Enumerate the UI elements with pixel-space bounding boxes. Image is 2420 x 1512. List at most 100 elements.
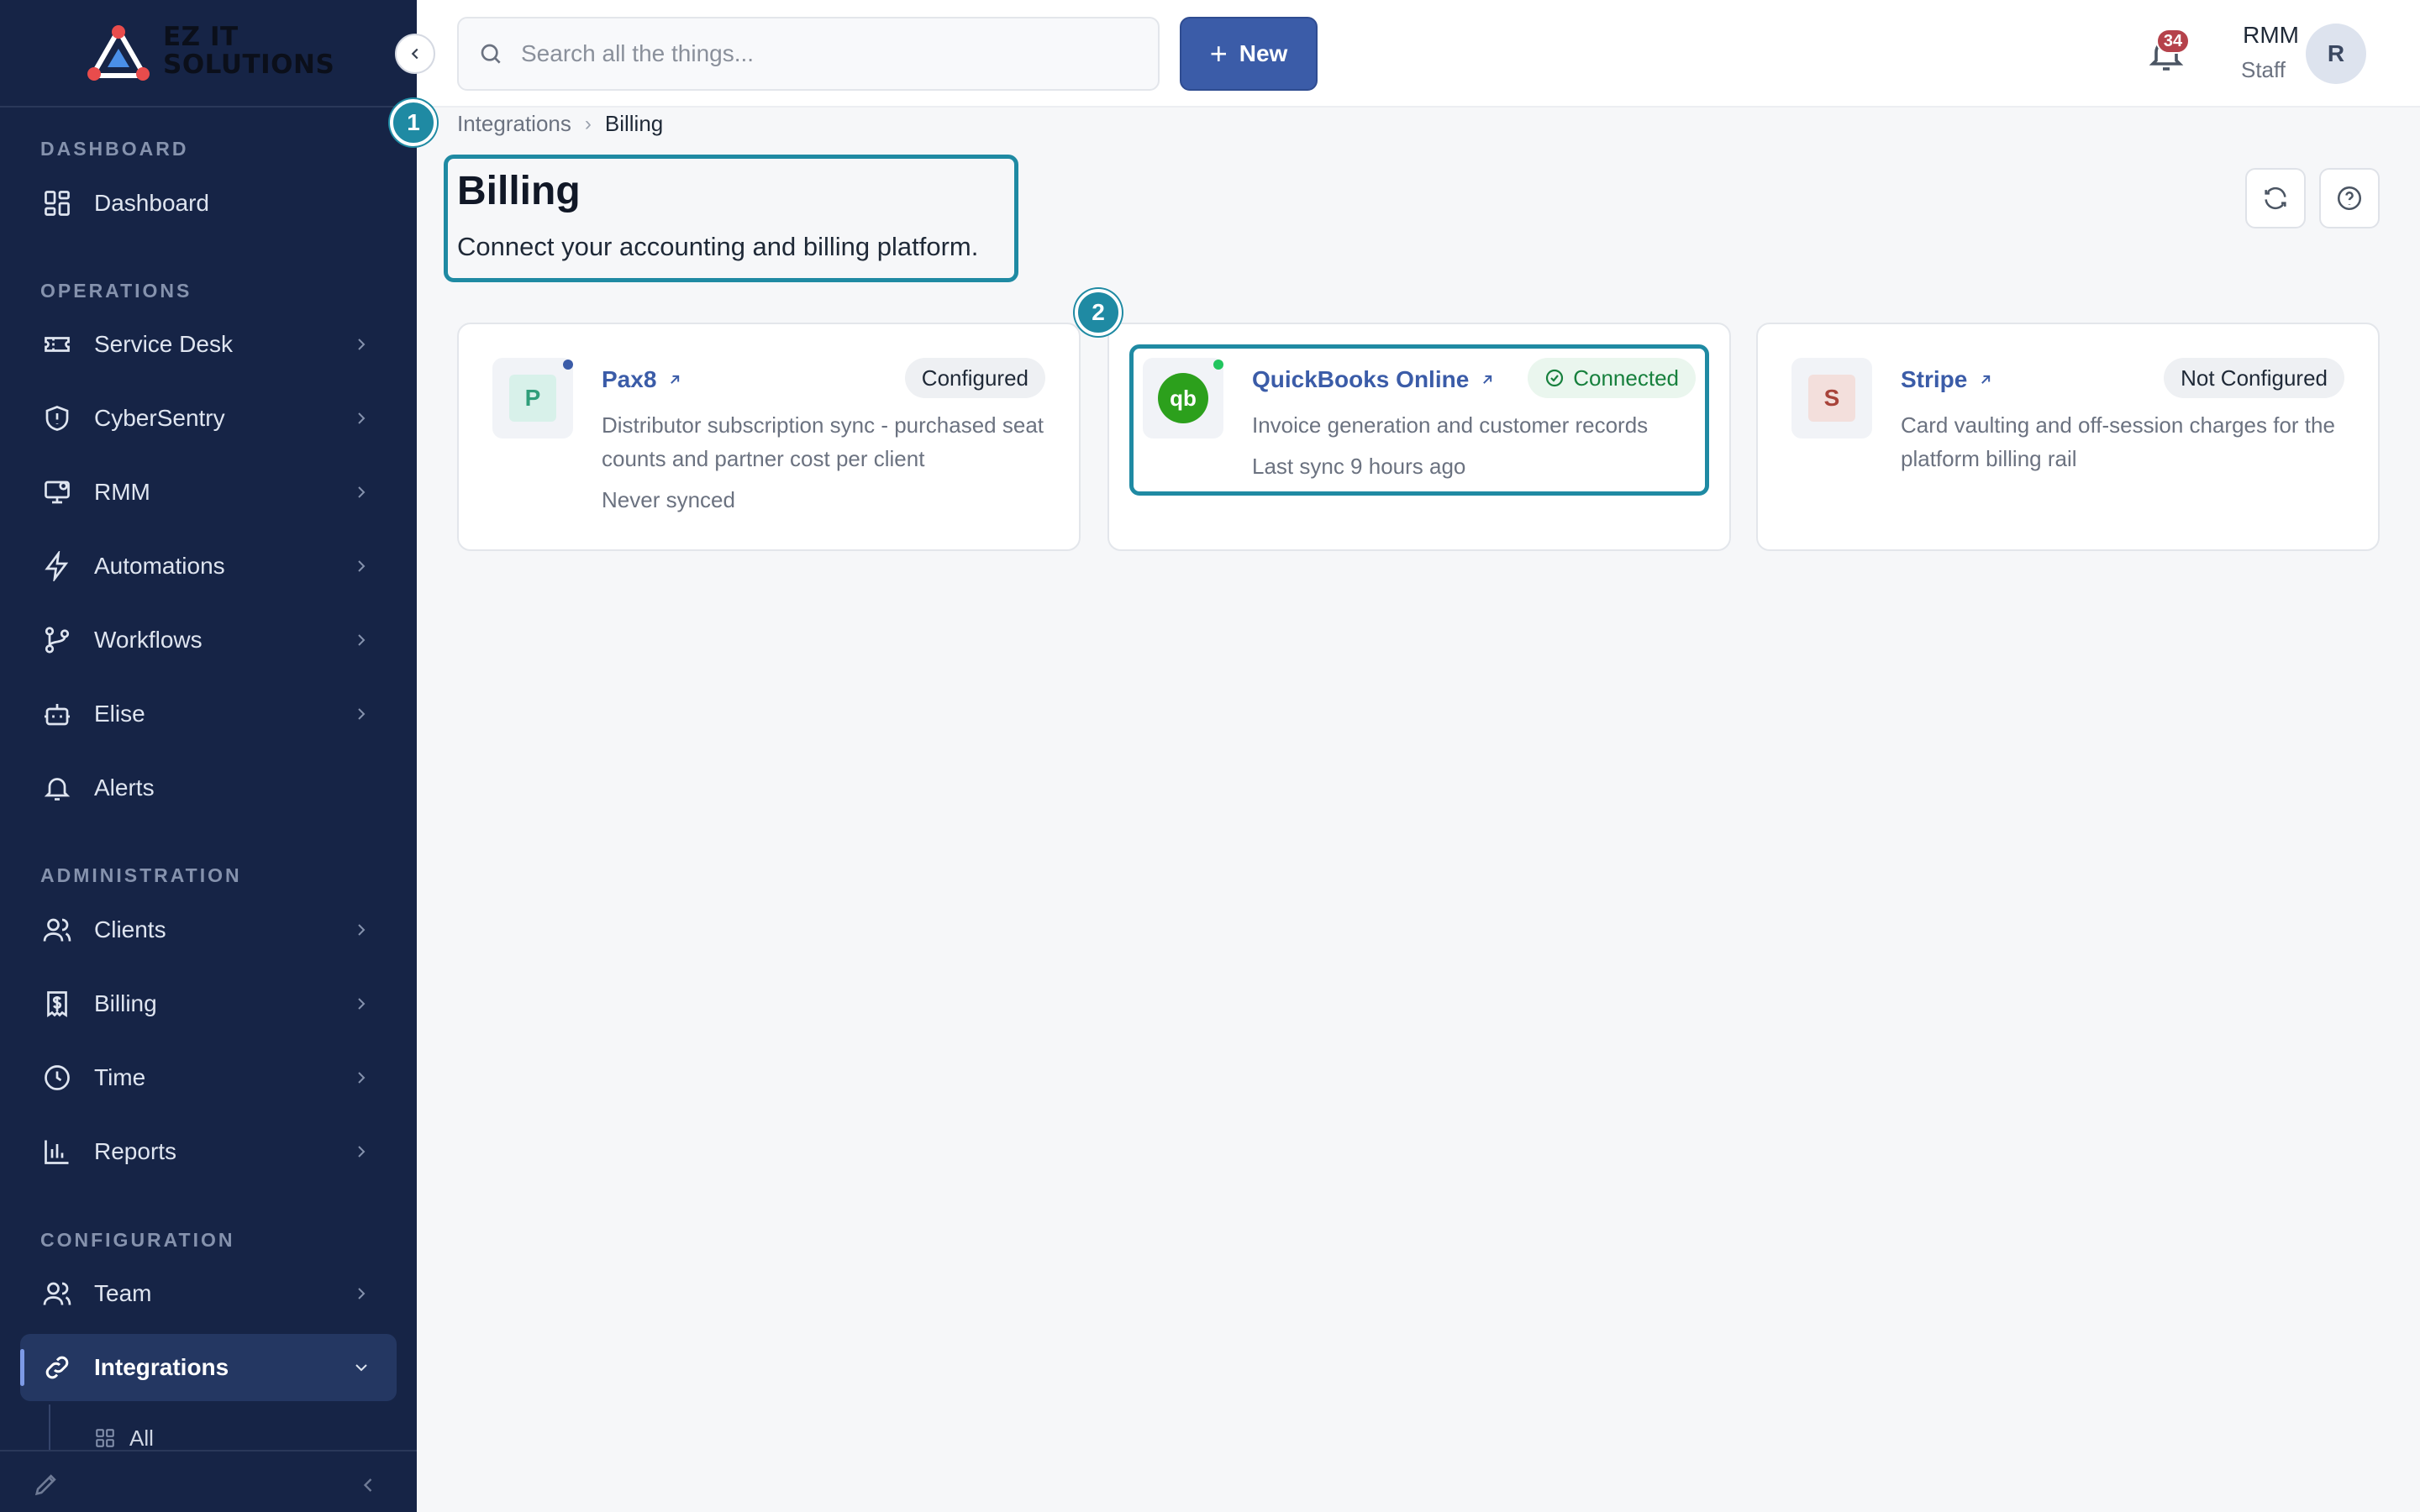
pax8-logo: P — [492, 358, 573, 438]
external-link-icon — [671, 375, 680, 384]
stripe-logo-letter: S — [1808, 375, 1855, 422]
integration-card-pax8[interactable]: P Pax8 Configured Distributor subscripti… — [457, 323, 1081, 551]
topbar: + New 34 RMM Staff R — [417, 0, 2420, 108]
sidebar-item-label: Billing — [94, 990, 157, 1016]
clock-icon — [40, 1061, 74, 1095]
bolt-icon — [40, 549, 74, 583]
git-branch-icon — [40, 623, 74, 657]
chevron-right-icon — [358, 1146, 366, 1158]
chevron-right-icon — [358, 998, 366, 1010]
new-button-label: New — [1239, 40, 1288, 66]
status-badge: Configured — [904, 358, 1045, 398]
sidebar-item-time[interactable]: Time — [20, 1044, 397, 1111]
submenu-guide-line — [49, 1404, 50, 1452]
chevron-right-icon — [358, 339, 366, 350]
chevron-right-icon — [358, 412, 366, 424]
chevron-right-icon — [358, 634, 366, 646]
robot-icon — [40, 697, 74, 731]
user-role: Staff — [2240, 57, 2286, 82]
chevron-right-icon — [358, 560, 366, 572]
refresh-icon — [2265, 186, 2286, 210]
sidebar-item-label: Automations — [94, 553, 225, 579]
sidebar-item-service-desk[interactable]: Service Desk — [20, 311, 397, 378]
brand-name: EZ IT SOLUTIONS — [163, 24, 334, 79]
sidebar-item-label: Reports — [94, 1138, 177, 1164]
brand-line-2: SOLUTIONS — [163, 50, 335, 80]
breadcrumb-integrations[interactable]: Integrations — [457, 111, 571, 137]
grid-icon — [40, 186, 74, 220]
receipt-icon — [40, 987, 74, 1021]
ticket-icon — [40, 328, 74, 361]
sidebar-item-rmm[interactable]: RMM — [20, 459, 397, 526]
pencil-icon[interactable] — [32, 1470, 60, 1499]
monitor-icon — [40, 475, 74, 509]
sidebar-item-clients[interactable]: Clients — [20, 896, 397, 963]
integration-description: Distributor subscription sync - purchase… — [602, 412, 1044, 471]
pax8-logo-letter: P — [509, 375, 556, 422]
status-badge: Not Configured — [2164, 358, 2344, 398]
external-link-icon — [1981, 375, 1991, 384]
sidebar-item-label: Dashboard — [94, 190, 209, 216]
sidebar-item-dashboard[interactable]: Dashboard — [20, 170, 397, 237]
sidebar-item-label: Alerts — [94, 774, 155, 801]
sync-status: Never synced — [602, 487, 735, 512]
page-title: Billing — [457, 169, 581, 213]
sidebar-item-label: Clients — [94, 916, 166, 942]
sidebar-item-elise[interactable]: Elise — [20, 680, 397, 748]
shield-icon — [40, 402, 74, 435]
page-subtitle: Connect your accounting and billing plat… — [457, 232, 979, 261]
plus-icon: + — [1209, 36, 1228, 71]
integration-name: Stripe — [1901, 366, 1968, 392]
sidebar: EZ IT SOLUTIONS DASHBOARD Dashboard OPER… — [0, 0, 417, 1512]
chevron-left-icon[interactable] — [356, 1473, 380, 1497]
integration-name-link[interactable]: Pax8 — [602, 366, 683, 393]
sidebar-item-label: Team — [94, 1280, 152, 1306]
sidebar-item-label: Elise — [94, 701, 145, 727]
team-icon — [40, 1277, 74, 1310]
integration-card-stripe[interactable]: S Stripe Not Configured Card vaulting an… — [1756, 323, 2380, 551]
help-circle-icon — [2337, 186, 2362, 211]
bell-icon — [40, 771, 74, 805]
brand-line-1: EZ IT — [163, 22, 239, 52]
new-button[interactable]: + New — [1180, 17, 1318, 91]
integration-name: Pax8 — [602, 366, 657, 392]
sidebar-item-label: RMM — [94, 479, 150, 505]
user-name: RMM — [2243, 22, 2299, 48]
refresh-button[interactable] — [2245, 168, 2306, 228]
sidebar-item-alerts[interactable]: Alerts — [20, 754, 397, 822]
sidebar-item-label: Integrations — [94, 1354, 229, 1380]
annotation-marker-1: 1 — [390, 99, 437, 146]
section-administration: ADMINISTRATION — [40, 864, 242, 886]
integration-card-quickbooks[interactable]: qb QuickBooks Online Connected Invoice g… — [1107, 323, 1731, 551]
annotation-marker-2: 2 — [1075, 289, 1122, 336]
stripe-logo: S — [1791, 358, 1872, 438]
grid-icon — [96, 1429, 114, 1447]
notification-count-badge: 34 — [2156, 29, 2190, 54]
brand: EZ IT SOLUTIONS — [0, 0, 417, 108]
brand-logo-icon — [87, 25, 150, 81]
search-box[interactable] — [457, 17, 1160, 91]
section-configuration: CONFIGURATION — [40, 1229, 235, 1251]
bar-chart-icon — [40, 1135, 74, 1168]
avatar[interactable]: R — [2306, 24, 2366, 84]
sidebar-item-workflows[interactable]: Workflows — [20, 606, 397, 674]
sidebar-item-automations[interactable]: Automations — [20, 533, 397, 600]
search-input[interactable] — [521, 40, 1109, 67]
sidebar-item-integrations[interactable]: Integrations — [20, 1334, 397, 1401]
users-icon — [40, 913, 74, 947]
integration-description: Card vaulting and off-session charges fo… — [1901, 412, 2335, 471]
chevron-right-icon: › — [584, 112, 592, 135]
help-button[interactable] — [2319, 168, 2380, 228]
sidebar-item-billing[interactable]: Billing — [20, 970, 397, 1037]
sidebar-item-label: CyberSentry — [94, 405, 225, 431]
section-operations: OPERATIONS — [40, 280, 192, 302]
sidebar-collapse-button[interactable] — [395, 34, 435, 74]
integration-name-link[interactable]: Stripe — [1901, 366, 1994, 393]
sidebar-item-label: Service Desk — [94, 331, 233, 357]
sidebar-item-reports[interactable]: Reports — [20, 1118, 397, 1185]
sidebar-subitem-label: All — [129, 1425, 154, 1451]
sidebar-item-cybersentry[interactable]: CyberSentry — [20, 385, 397, 452]
sidebar-item-team[interactable]: Team — [20, 1260, 397, 1327]
breadcrumb-current: Billing — [604, 111, 664, 136]
sidebar-footer — [0, 1450, 417, 1512]
